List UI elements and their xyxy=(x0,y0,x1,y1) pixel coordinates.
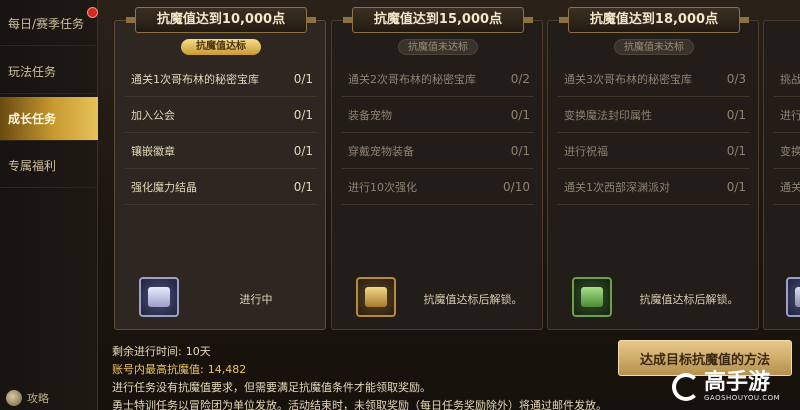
task-name: 加入公会 xyxy=(131,108,175,122)
task-name: 通关1次哥布林的秘密宝库 xyxy=(131,72,259,86)
card-title: 抗魔值达到10,000点 xyxy=(126,7,316,33)
task-screen: 每日/赛季任务 玩法任务 成长任务 专属福利 攻略 抗魔值达到10,000点 抗… xyxy=(0,0,800,410)
status-badge: 抗魔值未达标 xyxy=(614,39,694,55)
max-resistance: 账号内最高抗魔值: 14,482 xyxy=(112,361,246,377)
progress-status: 进行中 xyxy=(239,293,273,306)
task-row: 加入公会 0/1 xyxy=(125,97,317,133)
task-name: 装备宠物 xyxy=(348,108,392,122)
remaining-label: 剩余进行时间: xyxy=(112,345,182,358)
task-name: 通关2次哥布林的秘密宝库 xyxy=(348,72,476,86)
max-resistance-value: 14,482 xyxy=(207,363,247,376)
task-name: 通关 xyxy=(780,180,800,194)
task-row: 通关3次哥布林的秘密宝库 0/3 xyxy=(558,61,750,97)
lock-status: 抗魔值达标后解锁。 xyxy=(423,293,523,306)
task-count: 0/10 xyxy=(503,179,530,194)
sidebar-item-label: 成长任务 xyxy=(8,112,57,126)
strategy-button[interactable]: 攻略 xyxy=(6,390,49,406)
task-row: 镶嵌徽章 0/1 xyxy=(125,133,317,169)
task-count: 0/1 xyxy=(293,143,313,158)
task-name: 进行10次强化 xyxy=(348,180,417,194)
note-requirement: 进行任务没有抗魔值要求，但需要满足抗魔值条件才能领取奖励。 xyxy=(112,381,431,394)
guide-icon xyxy=(6,390,22,406)
remaining-value: 10天 xyxy=(185,345,211,358)
task-row: 穿戴宠物装备 0/1 xyxy=(342,133,534,169)
task-row: 变换 xyxy=(774,133,800,169)
sidebar-item-label: 每日/赛季任务 xyxy=(8,17,85,31)
sidebar-item-label: 专属福利 xyxy=(8,159,57,173)
task-count: 0/1 xyxy=(726,107,746,122)
g-logo-icon xyxy=(672,373,700,401)
task-card-4: 挑战 进行 变换 通关 xyxy=(763,20,800,330)
sidebar-item-daily-season[interactable]: 每日/赛季任务 xyxy=(0,2,98,46)
sidebar-item-growth[interactable]: 成长任务 xyxy=(0,97,98,141)
reward-chest-button[interactable] xyxy=(786,277,800,317)
remaining-time: 剩余进行时间: 10天 xyxy=(112,343,211,359)
task-count: 0/3 xyxy=(726,71,746,86)
chest-icon xyxy=(795,287,800,307)
task-name: 镶嵌徽章 xyxy=(131,144,175,158)
max-resistance-label: 账号内最高抗魔值: xyxy=(112,363,204,376)
task-count: 0/1 xyxy=(726,143,746,158)
task-row: 挑战 xyxy=(774,61,800,97)
task-name: 变换魔法封印属性 xyxy=(564,108,652,122)
lock-status: 抗魔值达标后解锁。 xyxy=(639,293,739,306)
watermark-sub: GAOSHOUYOU.COM xyxy=(704,394,781,402)
task-name: 进行祝福 xyxy=(564,144,608,158)
task-row: 进行10次强化 0/10 xyxy=(342,169,534,205)
task-name: 通关3次哥布林的秘密宝库 xyxy=(564,72,692,86)
status-badge: 抗魔值达标 xyxy=(181,39,261,55)
task-count: 0/1 xyxy=(510,143,530,158)
task-row: 强化魔力结晶 0/1 xyxy=(125,169,317,205)
silver-chest-icon xyxy=(148,287,170,307)
sidebar-item-gameplay[interactable]: 玩法任务 xyxy=(0,50,98,94)
task-card-3: 抗魔值达到18,000点 抗魔值未达标 通关3次哥布林的秘密宝库 0/3 变换魔… xyxy=(547,7,759,330)
task-card-1: 抗魔值达到10,000点 抗魔值达标 通关1次哥布林的秘密宝库 0/1 加入公会… xyxy=(114,7,326,330)
task-count: 0/1 xyxy=(293,179,313,194)
sidebar-item-label: 玩法任务 xyxy=(8,65,57,79)
task-name: 强化魔力结晶 xyxy=(131,180,197,194)
watermark-main: 高手游 xyxy=(704,370,771,395)
card-title: 抗魔值达到15,000点 xyxy=(343,7,533,33)
task-row: 进行 xyxy=(774,97,800,133)
strategy-label: 攻略 xyxy=(27,392,49,405)
task-row: 进行祝福 0/1 xyxy=(558,133,750,169)
task-count: 0/1 xyxy=(726,179,746,194)
card-title: 抗魔值达到18,000点 xyxy=(559,7,749,33)
task-row: 通关2次哥布林的秘密宝库 0/2 xyxy=(342,61,534,97)
task-name: 穿戴宠物装备 xyxy=(348,144,414,158)
task-count: 0/1 xyxy=(510,107,530,122)
task-row: 装备宠物 0/1 xyxy=(342,97,534,133)
sidebar-item-exclusive[interactable]: 专属福利 xyxy=(0,144,98,188)
status-badge: 抗魔值未达标 xyxy=(398,39,478,55)
task-count: 0/2 xyxy=(510,71,530,86)
reward-chest-button[interactable] xyxy=(139,277,179,317)
task-row: 通关 xyxy=(774,169,800,205)
gold-chest-icon xyxy=(365,287,387,307)
sidebar: 每日/赛季任务 玩法任务 成长任务 专属福利 攻略 xyxy=(0,0,98,410)
task-card-2: 抗魔值达到15,000点 抗魔值未达标 通关2次哥布林的秘密宝库 0/2 装备宠… xyxy=(331,7,543,330)
reward-chest-button[interactable] xyxy=(572,277,612,317)
notification-dot-icon xyxy=(87,7,98,18)
watermark-logo: 高手游 GAOSHOUYOU.COM xyxy=(672,366,798,408)
task-name: 进行 xyxy=(780,108,800,122)
task-row: 通关1次西部深渊派对 0/1 xyxy=(558,169,750,205)
task-row: 通关1次哥布林的秘密宝库 0/1 xyxy=(125,61,317,97)
task-count: 0/1 xyxy=(293,107,313,122)
note-reward: 勇士特训任务以冒险团为单位发放。活动结束时，未领取奖励（每日任务奖励除外）将通过… xyxy=(112,399,607,410)
reward-chest-button[interactable] xyxy=(356,277,396,317)
task-row: 变换魔法封印属性 0/1 xyxy=(558,97,750,133)
task-count: 0/1 xyxy=(293,71,313,86)
task-name: 通关1次西部深渊派对 xyxy=(564,180,670,194)
task-name: 挑战 xyxy=(780,72,800,86)
green-chest-icon xyxy=(581,287,603,307)
task-name: 变换 xyxy=(780,144,800,158)
